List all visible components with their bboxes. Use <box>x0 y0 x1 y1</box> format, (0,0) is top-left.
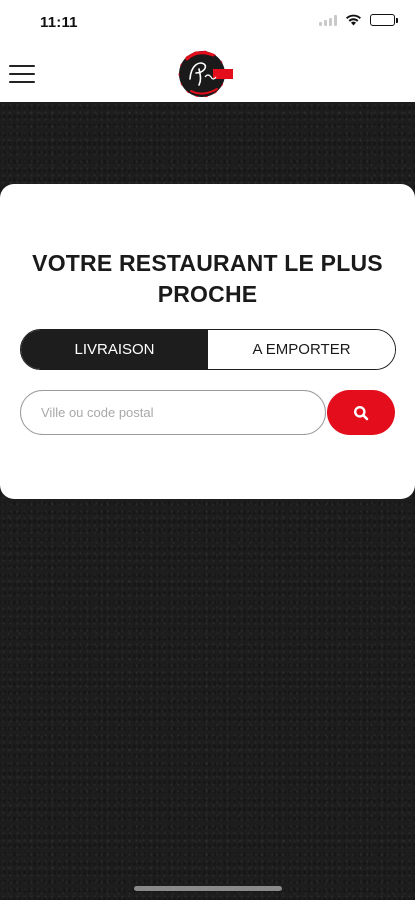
status-time: 11:11 <box>40 14 78 31</box>
card-title: VOTRE RESTAURANT LE PLUS PROCHE <box>32 250 383 307</box>
restaurant-search-card: VOTRE RESTAURANT LE PLUS PROCHE LIVRAISO… <box>0 184 415 499</box>
tab-livraison[interactable]: LIVRAISON <box>21 330 208 369</box>
app-header <box>0 44 415 102</box>
pizza-logo[interactable] <box>177 47 235 99</box>
status-bar: 11:11 <box>0 0 415 44</box>
status-icons <box>319 14 398 26</box>
hamburger-menu-icon[interactable] <box>9 65 35 83</box>
tab-a-emporter[interactable]: A EMPORTER <box>208 330 395 369</box>
order-mode-toggle: LIVRAISON A EMPORTER <box>20 329 396 370</box>
search-icon <box>354 405 369 420</box>
city-postal-code-input[interactable] <box>20 390 326 435</box>
wifi-icon <box>346 14 361 26</box>
search-button[interactable] <box>327 390 395 435</box>
battery-icon <box>370 14 398 26</box>
home-indicator[interactable] <box>134 886 282 891</box>
cellular-signal-icon <box>319 14 337 26</box>
